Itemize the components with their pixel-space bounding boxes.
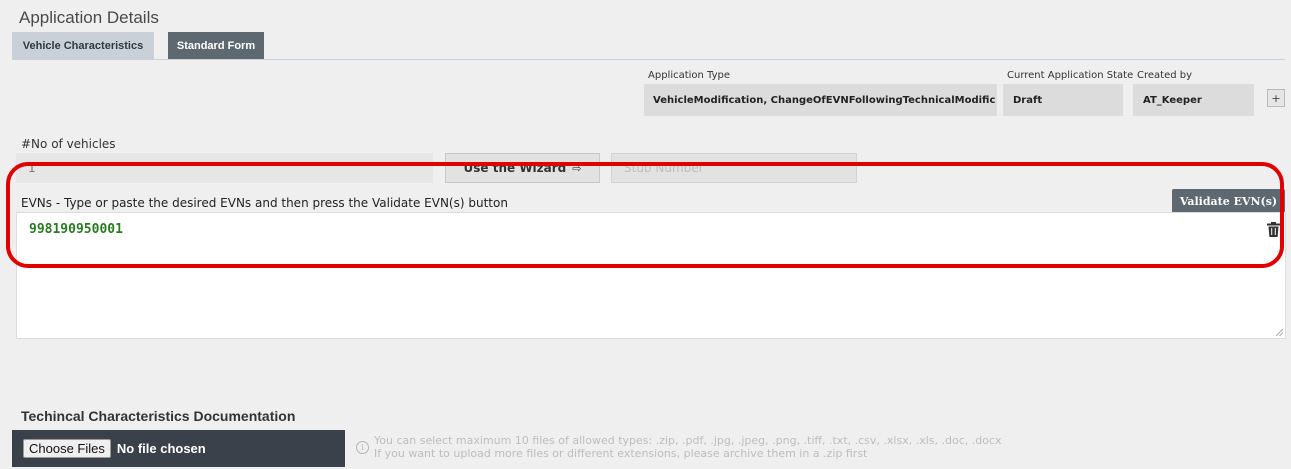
add-button[interactable]: + (1267, 89, 1285, 107)
validate-evns-button[interactable]: Validate EVN(s) (1172, 189, 1285, 213)
use-wizard-button[interactable]: Use the Wizard ⇨ (445, 153, 600, 183)
stub-number-input[interactable] (611, 153, 857, 183)
documentation-title: Techincal Characteristics Documentation (21, 408, 296, 424)
use-wizard-label: Use the Wizard (463, 161, 567, 175)
application-type-label: Application Type (648, 70, 731, 81)
evn-instructions-label: EVNs - Type or paste the desired EVNs an… (21, 196, 508, 210)
number-of-vehicles-label: #No of vehicles (21, 137, 116, 151)
application-type-value: VehicleModification, ChangeOfEVNFollowin… (644, 84, 997, 116)
tab-standard-form[interactable]: Standard Form (168, 32, 264, 59)
page-title: Application Details (19, 8, 159, 27)
upload-info-text: You can select maximum 10 files of allow… (374, 434, 1002, 460)
info-icon: i (356, 441, 369, 454)
current-state-label: Current Application State (1007, 70, 1134, 81)
number-of-vehicles-input[interactable] (16, 153, 433, 183)
choose-files-button[interactable]: Choose Files (23, 439, 111, 458)
created-by-label: Created by (1137, 70, 1193, 81)
file-upload-bar: Choose Files No file chosen (12, 430, 345, 467)
resize-grip-icon[interactable] (1275, 328, 1283, 336)
file-status: No file chosen (116, 441, 206, 456)
upload-info-line-2: If you want to upload more files or diff… (374, 447, 868, 460)
trash-icon[interactable] (1267, 222, 1280, 237)
evn-textarea[interactable]: 998190950001 (16, 212, 1286, 339)
upload-info-line-1: You can select maximum 10 files of allow… (374, 434, 1002, 447)
tab-divider (12, 59, 1285, 60)
tab-vehicle-characteristics[interactable]: Vehicle Characteristics (12, 32, 154, 59)
current-state-value: Draft (1003, 84, 1123, 116)
created-by-value: AT_Keeper (1133, 84, 1254, 116)
evn-entry: 998190950001 (29, 222, 123, 237)
arrow-right-icon: ⇨ (572, 161, 582, 175)
